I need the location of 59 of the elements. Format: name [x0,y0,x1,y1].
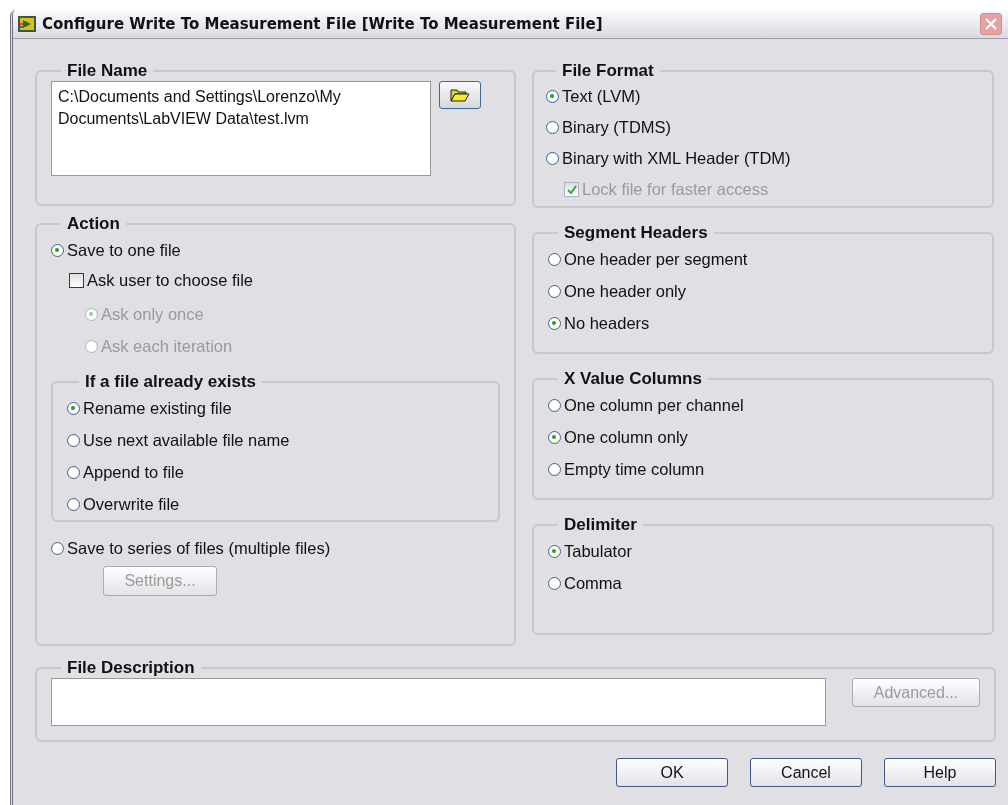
group-title: X Value Columns [563,369,703,389]
browse-button[interactable] [439,81,481,109]
radio-button[interactable] [546,152,559,165]
radio-button[interactable] [67,497,80,511]
radio-label: Save to one file [67,240,181,260]
radio-button[interactable] [67,401,80,415]
dialog-button[interactable]: OK [616,758,728,787]
radio-button[interactable] [546,121,559,134]
radio-label: Save to series of files (multiple files) [67,538,331,558]
radio-label: One column per channel [564,395,744,415]
group-title: Delimiter [563,515,638,535]
close-button[interactable] [980,13,1002,35]
checkmark-icon [565,183,578,196]
window-title: Configure Write To Measurement File [Write To Measurement File] [42,15,604,33]
radio-button[interactable] [548,576,561,590]
radio-label: Append to file [83,462,184,482]
checkbox-label: Ask user to choose file [87,270,253,290]
radio-button[interactable] [548,252,561,266]
radio-button[interactable] [548,462,561,476]
radio-label: Overwrite file [83,494,180,514]
radio-label: One column only [564,427,688,447]
radio-button[interactable] [51,243,64,257]
radio-label: Comma [564,573,622,593]
radio-button[interactable] [548,284,561,298]
radio-label: One header per segment [564,249,748,269]
group-title: File Name [66,61,149,81]
radio-label: Empty time column [564,459,705,479]
radio-label: Rename existing file [83,398,232,418]
radio-button[interactable] [548,398,561,412]
radio-label: Use next available file name [83,430,290,450]
close-icon [984,17,998,31]
path-field[interactable]: C:\Documents and Settings\Lorenzo\My Documents\LabVIEW Data\test.lvm [51,81,431,176]
radio-label: Text (LVM) [562,87,641,106]
group-title: If a file already exists [84,372,258,392]
radio-button[interactable] [67,433,80,447]
group-title: File Format [561,61,655,81]
radio-label: No headers [564,313,650,333]
radio-button[interactable] [548,430,561,444]
radio-label: Tabulator [564,541,632,561]
group-title: File Description [66,658,196,678]
dialog-button[interactable]: Help [884,758,996,787]
radio-label: One header only [564,281,686,301]
radio-button[interactable] [548,544,561,558]
description-field[interactable] [51,678,826,726]
radio-label: Binary with XML Header (TDM) [562,149,791,168]
radio-label: Ask each iteration [101,336,233,356]
group-title: Action [66,214,121,234]
folder-icon [450,88,470,102]
radio-label: Binary (TDMS) [562,118,672,137]
checkbox-label: Lock file for faster access [582,180,769,199]
radio-label: Ask only once [101,304,204,324]
radio-button[interactable] [51,541,64,555]
radio-button[interactable] [546,90,559,103]
group-title: Segment Headers [563,223,709,243]
dialog-button[interactable]: Cancel [750,758,862,787]
radio-button[interactable] [67,465,80,479]
checkbox[interactable] [69,272,84,288]
app-icon [18,16,36,32]
radio-button[interactable] [548,316,561,330]
